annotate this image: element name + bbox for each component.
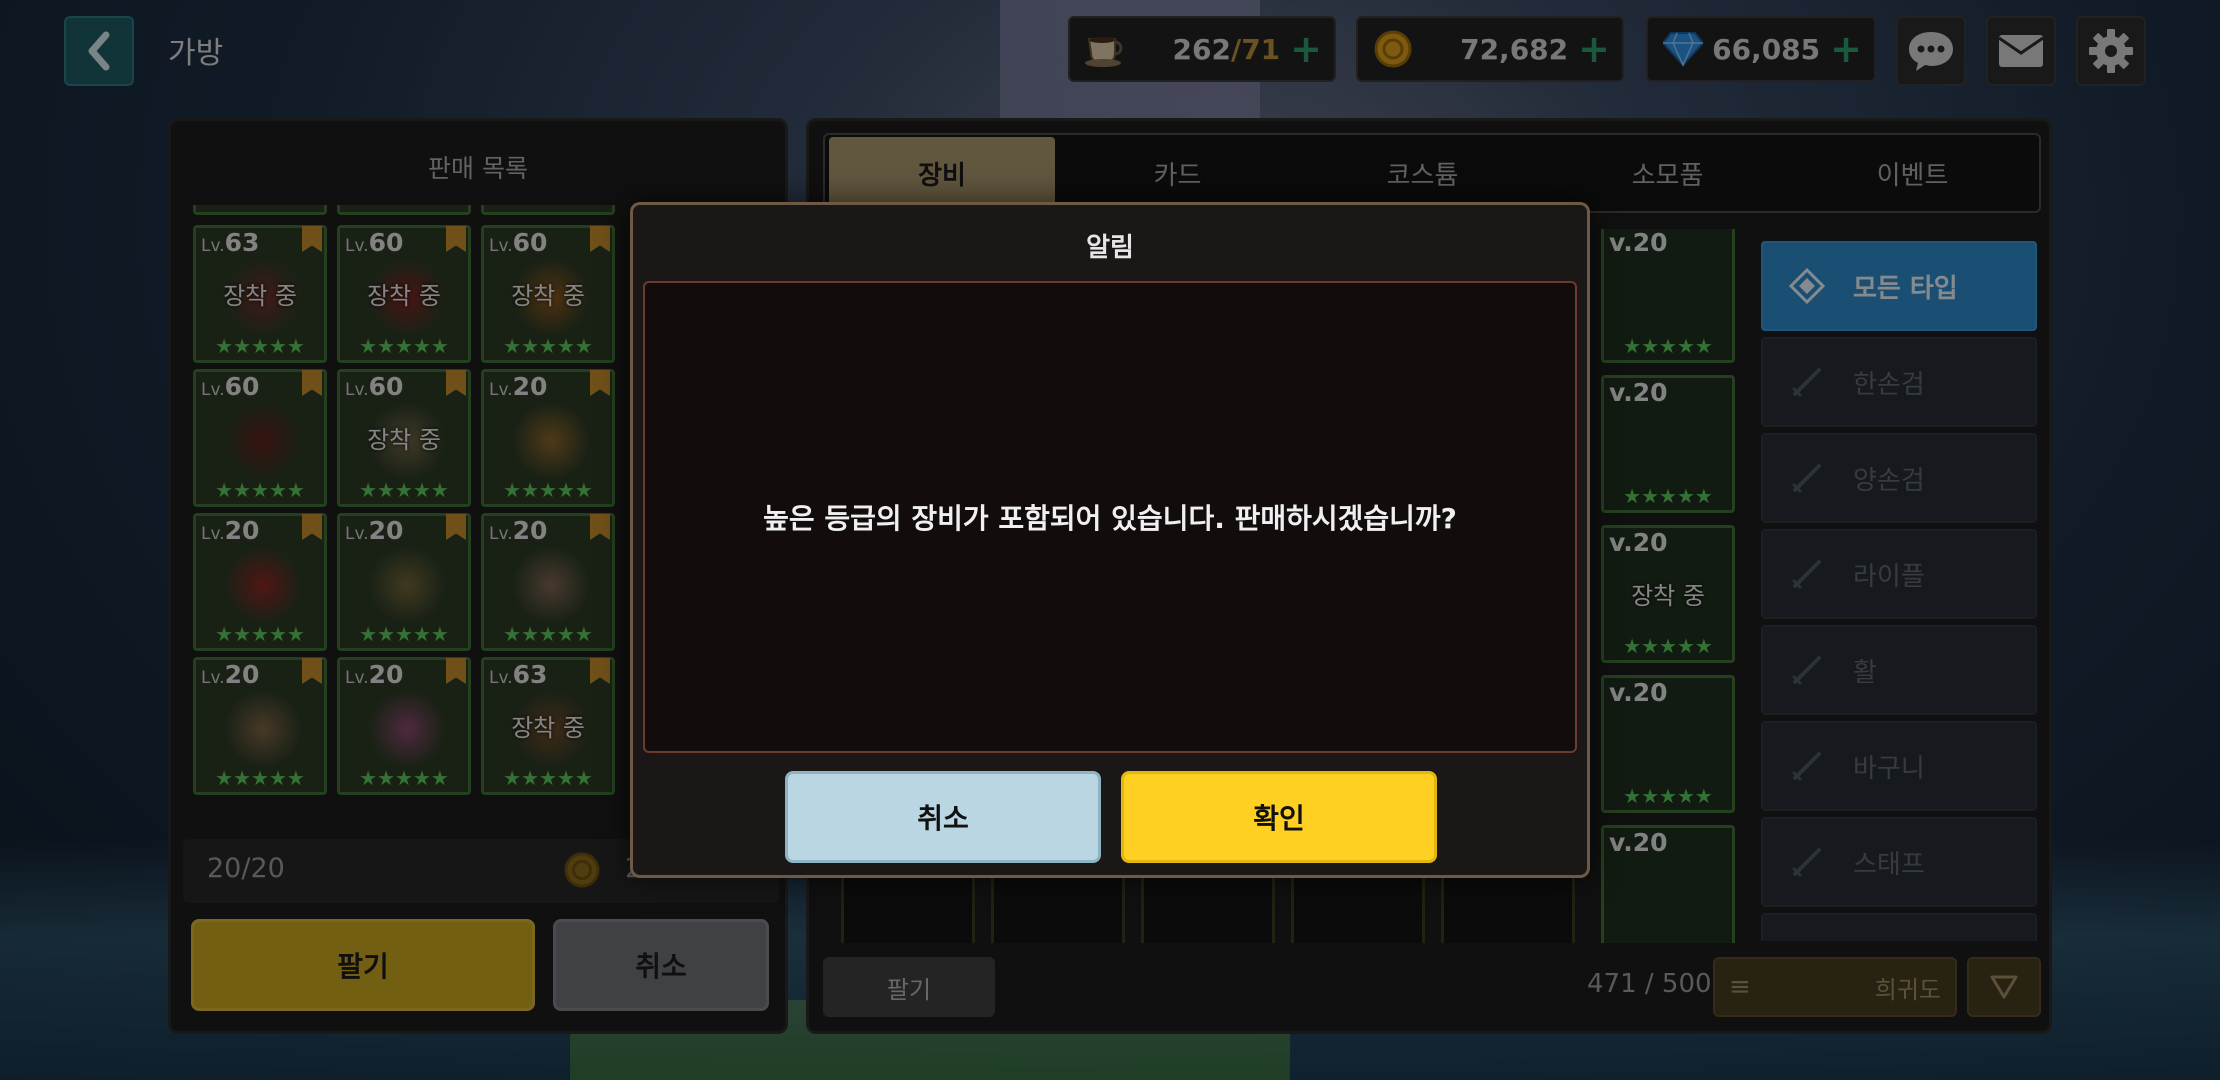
dialog-body: 높은 등급의 장비가 포함되어 있습니다. 판매하시겠습니까? [643,281,1577,753]
dialog-message: 높은 등급의 장비가 포함되어 있습니다. 판매하시겠습니까? [763,502,1457,535]
dialog-confirm-button[interactable]: 확인 [1121,771,1437,863]
confirm-dialog: 알림 높은 등급의 장비가 포함되어 있습니다. 판매하시겠습니까? 취소 확인 [630,202,1590,878]
dialog-title: 알림 [1086,233,1134,263]
dialog-cancel-button[interactable]: 취소 [785,771,1101,863]
